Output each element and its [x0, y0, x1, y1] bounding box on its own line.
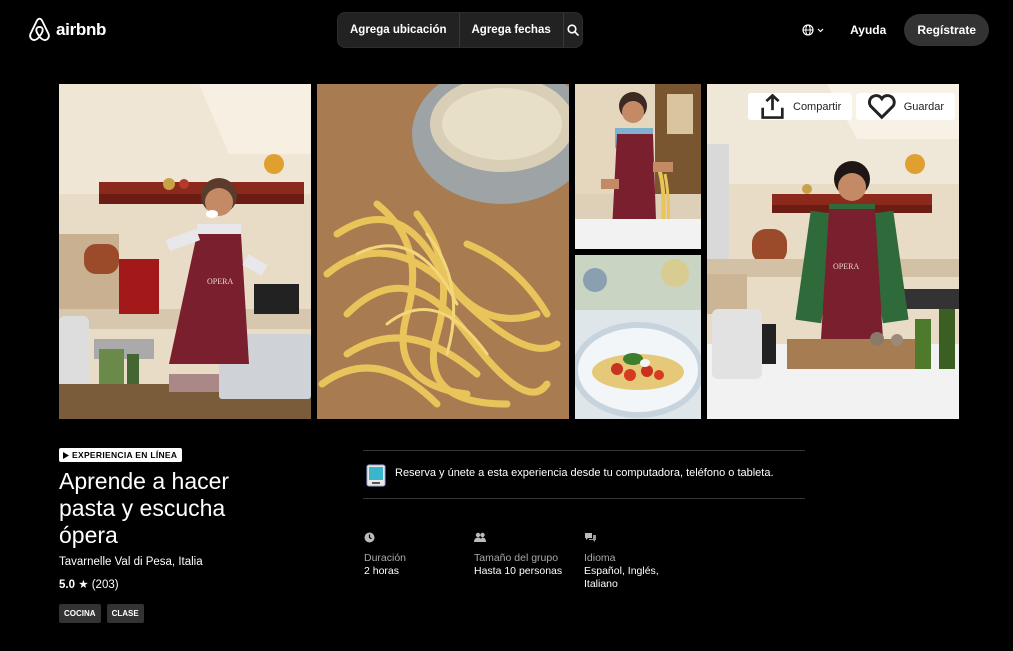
fact-label: Idioma [584, 552, 616, 564]
online-note: Reserva y únete a esta experiencia desde… [395, 467, 774, 479]
share-button[interactable]: Compartir [748, 93, 853, 120]
logo-text: airbnb [56, 19, 107, 39]
photo-smiling-chef[interactable]: OPERA Compartir Guardar [707, 84, 959, 419]
review-count: (203) [91, 579, 119, 591]
divider-top [363, 450, 805, 451]
heart-icon [867, 94, 896, 120]
airbnb-logo[interactable]: airbnb [28, 17, 106, 42]
tag-class: CLASE [106, 604, 144, 623]
chevron-down-icon [817, 28, 824, 32]
photo-plated-dish[interactable] [575, 255, 701, 419]
fact-label: Tamaño del grupo [474, 552, 559, 564]
device-icon [366, 464, 386, 487]
search-button[interactable] [564, 13, 582, 47]
category-tags: COCINA CLASE [59, 604, 144, 623]
photo-chef-kitchen[interactable]: OPERA [59, 84, 311, 419]
share-label: Compartir [793, 100, 842, 113]
fact-group-size: Tamaño del grupo Hasta 10 personas [474, 530, 584, 591]
fact-value: Hasta 10 personas [474, 565, 563, 577]
help-link[interactable]: Ayuda [842, 23, 894, 37]
globe-icon [802, 24, 814, 36]
svg-text:OPERA: OPERA [833, 262, 859, 271]
fact-language: Idioma Español, Inglés, Italiano [584, 530, 694, 591]
fact-duration: Duración 2 horas [364, 530, 474, 591]
search-bar[interactable]: Agrega ubicación Agrega fechas [337, 12, 583, 48]
dates-button[interactable]: Agrega fechas [460, 13, 564, 47]
badge-label: EXPERIENCIA EN LÍNEA [72, 450, 178, 460]
fact-value: 2 horas [364, 565, 400, 577]
rating-value: 5.0 [59, 579, 75, 591]
photo-gallery: OPERA OPERA Compartir Guardar [59, 84, 959, 419]
online-experience-badge: EXPERIENCIA EN LÍNEA [59, 448, 183, 462]
experience-title: Aprende a hacer pasta y escucha ópera [59, 468, 230, 548]
experience-facts: Duración 2 horas Tamaño del grupo Hasta … [364, 530, 694, 591]
group-icon [474, 532, 486, 542]
search-icon [567, 24, 579, 36]
divider-bottom [363, 498, 805, 499]
airbnb-logo-icon [29, 17, 50, 41]
speech-bubbles-icon [585, 533, 596, 542]
save-label: Guardar [903, 100, 945, 113]
rating-summary[interactable]: 5.0 ★ (203) [59, 577, 119, 591]
play-icon [63, 451, 69, 459]
svg-text:OPERA: OPERA [207, 277, 233, 286]
fact-value: Español, Inglés, Italiano [584, 565, 659, 590]
tag-cooking: COCINA [59, 604, 101, 623]
location-button[interactable]: Agrega ubicación [338, 13, 460, 47]
signup-button[interactable]: Regístrate [904, 14, 989, 46]
photo-fresh-pasta[interactable] [317, 84, 569, 419]
location-link[interactable]: Tavarnelle Val di Pesa, Italia [59, 556, 203, 568]
star-icon: ★ [78, 579, 89, 591]
share-icon [761, 93, 784, 119]
fact-label: Duración [364, 552, 407, 564]
clock-icon [364, 532, 375, 543]
save-button[interactable]: Guardar [856, 93, 956, 120]
language-button[interactable] [794, 14, 832, 46]
photo-stretching-pasta[interactable] [575, 84, 701, 249]
